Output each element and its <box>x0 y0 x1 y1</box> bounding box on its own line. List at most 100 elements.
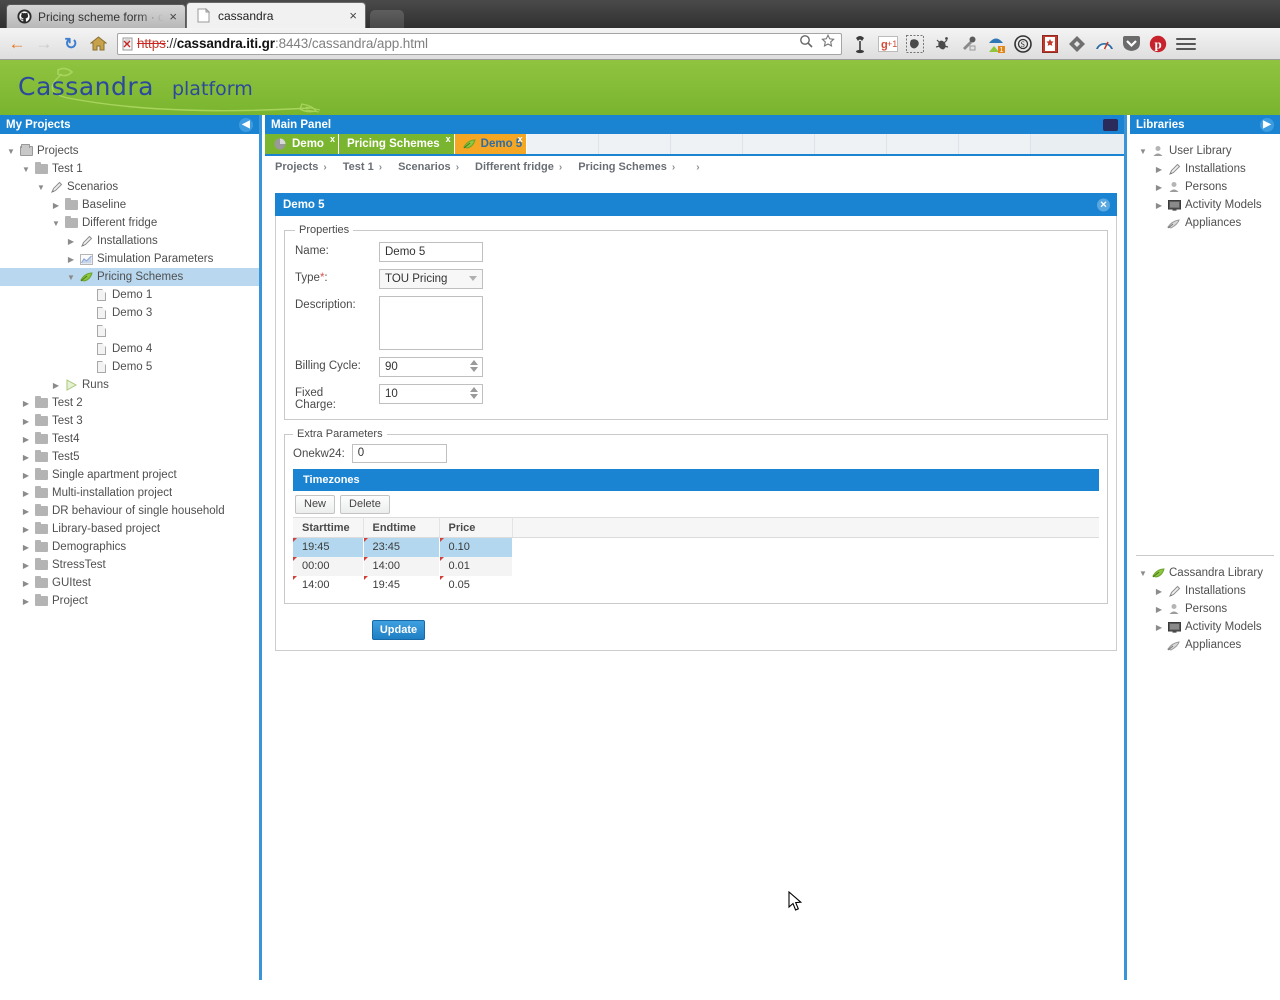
table-row[interactable]: 19:45 23:45 0.10 <box>293 537 1099 557</box>
chevron-right-icon[interactable]: ▶ <box>19 471 33 480</box>
new-button[interactable]: New <box>295 494 336 514</box>
chevron-right-icon[interactable]: ▶ <box>19 561 33 570</box>
chevron-right-icon[interactable]: ▶ <box>1152 183 1166 192</box>
fixed-charge-stepper[interactable]: 10 <box>379 384 483 404</box>
chevron-right-icon[interactable]: ▶ <box>49 381 63 390</box>
tree-node-demo-4[interactable]: Demo 4 <box>0 340 259 358</box>
cell-starttime[interactable]: 19:45 <box>293 537 363 557</box>
fixed-charge-spin-arrows[interactable] <box>470 387 478 399</box>
breadcrumb-item-pricing-schemes[interactable]: Pricing Schemes › <box>578 161 681 173</box>
chevron-right-icon[interactable]: ▶ <box>19 525 33 534</box>
breadcrumb-item-projects[interactable]: Projects › <box>275 161 333 173</box>
feedly-icon[interactable] <box>1066 33 1088 55</box>
library-node-installations[interactable]: ▶ Installations <box>1130 582 1280 600</box>
name-input[interactable]: Demo 5 <box>379 242 483 262</box>
magnifier-icon[interactable] <box>799 34 813 53</box>
column-header-starttime[interactable]: Starttime <box>293 517 364 538</box>
bookmark-red-icon[interactable] <box>1039 33 1061 55</box>
chevron-down-icon[interactable]: ▼ <box>64 273 78 282</box>
library-node-user-library[interactable]: ▼ User Library <box>1130 142 1280 160</box>
tree-node-test-3[interactable]: ▶ Test 3 <box>0 412 259 430</box>
chevron-right-icon[interactable]: ▶ <box>19 507 33 516</box>
chevron-down-icon[interactable]: ▼ <box>49 219 63 228</box>
cell-starttime[interactable]: 00:00 <box>293 556 363 576</box>
tab-demo-5-close-icon[interactable]: x <box>518 135 523 144</box>
tree-node-test-2[interactable]: ▶ Test 2 <box>0 394 259 412</box>
tree-node-demo-3[interactable]: Demo 3 <box>0 304 259 322</box>
onekw24-input[interactable]: 0 <box>351 444 447 463</box>
cell-price[interactable]: 0.10 <box>439 537 512 557</box>
tab-pricing-schemes-close-icon[interactable]: x <box>446 135 451 144</box>
tree-node-demo-1[interactable]: Demo 1 <box>0 286 259 304</box>
chevron-right-icon[interactable]: ▶ <box>19 435 33 444</box>
tree-node-test5[interactable]: ▶ Test5 <box>0 448 259 466</box>
chevron-right-icon[interactable]: ▶ <box>49 201 63 210</box>
tree-node-installations[interactable]: ▶ Installations <box>0 232 259 250</box>
library-node-persons[interactable]: ▶ Persons <box>1130 600 1280 618</box>
hamburger-menu-icon[interactable] <box>1176 33 1196 55</box>
breadcrumb-item-current[interactable]: › <box>691 161 705 173</box>
tree-node-item-10[interactable] <box>0 322 259 340</box>
chevron-right-icon[interactable]: ▶ <box>19 399 33 408</box>
breadcrumb-item-different-fridge[interactable]: Different fridge › <box>475 161 568 173</box>
browser-tab-close-icon[interactable]: × <box>349 9 357 22</box>
chevron-right-icon[interactable]: ▶ <box>19 417 33 426</box>
chevron-right-icon[interactable]: ▶ <box>1152 605 1166 614</box>
chevron-down-icon[interactable]: ▼ <box>1136 569 1150 578</box>
table-row[interactable]: 14:00 19:45 0.05 <box>293 575 1099 595</box>
type-select[interactable]: TOU Pricing <box>379 269 483 289</box>
tab-demo[interactable]: Demo x <box>265 134 339 154</box>
tree-node-project[interactable]: ▶ Project <box>0 592 259 610</box>
tree-node-single-apartment-project[interactable]: ▶ Single apartment project <box>0 466 259 484</box>
eyedropper-icon[interactable] <box>958 33 980 55</box>
pinterest-icon[interactable]: p <box>1147 33 1169 55</box>
browser-tab-1[interactable]: Pricing scheme form · cas × <box>6 4 186 28</box>
library-node-activity-models[interactable]: ▶ Activity Models <box>1130 618 1280 636</box>
tree-node-demo-5[interactable]: Demo 5 <box>0 358 259 376</box>
tree-node-different-fridge[interactable]: ▼ Different fridge <box>0 214 259 232</box>
close-circle-icon[interactable]: ✕ <box>1097 198 1110 211</box>
chevron-down-icon[interactable]: ▼ <box>34 183 48 192</box>
cell-endtime[interactable]: 19:45 <box>363 575 439 595</box>
cell-endtime[interactable]: 23:45 <box>363 537 439 557</box>
chevron-down-icon[interactable]: ▼ <box>1136 147 1150 156</box>
tree-node-simulation-parameters[interactable]: ▶ Simulation Parameters <box>0 250 259 268</box>
library-node-persons[interactable]: ▶ Persons <box>1130 178 1280 196</box>
tree-node-scenarios[interactable]: ▼ Scenarios <box>0 178 259 196</box>
chevron-right-icon[interactable]: ▶ <box>19 453 33 462</box>
umbrella-icon[interactable]: 1 <box>985 33 1007 55</box>
cell-starttime[interactable]: 14:00 <box>293 575 363 595</box>
chevron-right-icon[interactable]: ▶ <box>19 489 33 498</box>
tree-node-stresstest[interactable]: ▶ StressTest <box>0 556 259 574</box>
column-header-endtime[interactable]: Endtime <box>363 517 440 538</box>
tree-node-pricing-schemes[interactable]: ▼ Pricing Schemes <box>0 268 259 286</box>
chevron-right-icon[interactable]: ▶ <box>64 237 78 246</box>
new-tab-button[interactable] <box>370 10 404 28</box>
star-icon[interactable] <box>821 33 835 53</box>
chevron-right-icon[interactable]: ▶ <box>19 579 33 588</box>
tree-node-baseline[interactable]: ▶ Baseline <box>0 196 259 214</box>
tree-node-multi-installation-project[interactable]: ▶ Multi-installation project <box>0 484 259 502</box>
browser-tab-close-icon[interactable]: × <box>169 10 177 23</box>
chevron-right-icon[interactable]: ▶ <box>1152 587 1166 596</box>
browser-tab-2[interactable]: cassandra × <box>186 2 366 28</box>
tree-node-runs[interactable]: ▶ Runs <box>0 376 259 394</box>
lamp-icon[interactable] <box>850 33 872 55</box>
forward-arrow-icon[interactable]: → <box>33 33 55 55</box>
tree-node-projects[interactable]: ▼ Projects <box>0 142 259 160</box>
chevron-right-icon[interactable]: ▶ <box>19 597 33 606</box>
google-plus-one-icon[interactable]: g +1 <box>877 33 899 55</box>
tree-node-dr-behaviour-of-single-household[interactable]: ▶ DR behaviour of single household <box>0 502 259 520</box>
update-button[interactable]: Update <box>372 619 425 640</box>
tree-node-test-1[interactable]: ▼ Test 1 <box>0 160 259 178</box>
chevron-down-icon[interactable]: ▼ <box>4 147 18 156</box>
tree-node-test4[interactable]: ▶ Test4 <box>0 430 259 448</box>
chevron-right-circle-icon[interactable]: ▶ <box>1260 117 1274 132</box>
chat-icon[interactable] <box>1103 118 1118 131</box>
reload-icon[interactable]: ↻ <box>60 33 82 55</box>
breadcrumb-item-test-1[interactable]: Test 1 › <box>343 161 388 173</box>
billing-cycle-spin-arrows[interactable] <box>470 360 478 372</box>
speedometer-icon[interactable] <box>1093 33 1115 55</box>
cell-price[interactable]: 0.01 <box>439 556 512 576</box>
cell-price[interactable]: 0.05 <box>439 575 512 595</box>
